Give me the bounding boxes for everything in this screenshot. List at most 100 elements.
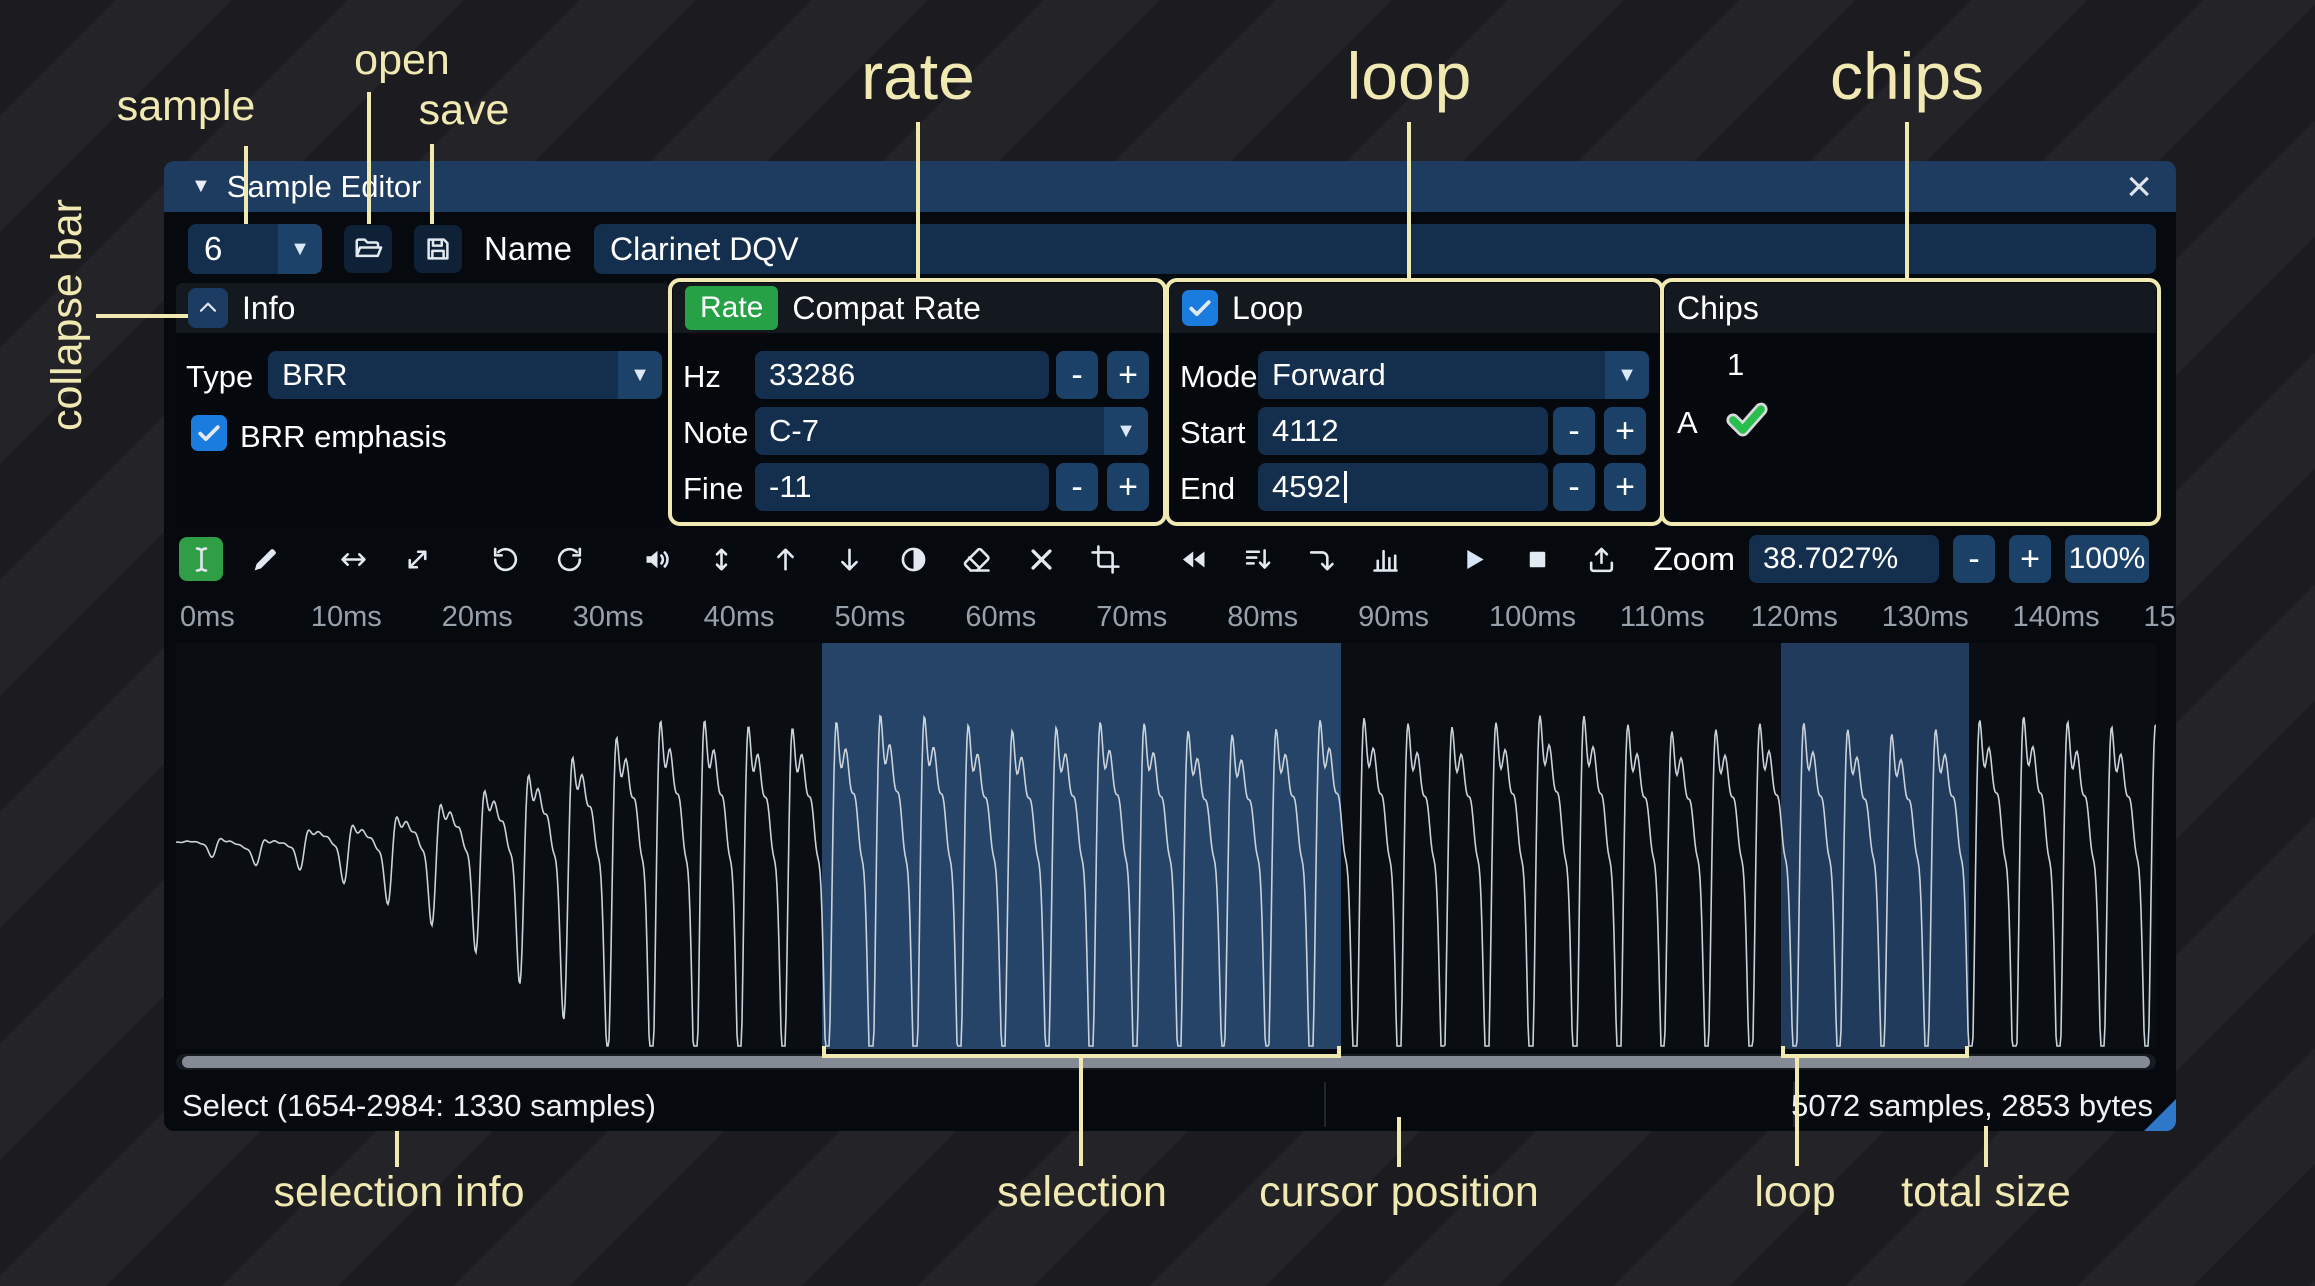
hz-input[interactable]: 33286	[755, 351, 1049, 399]
waveform-svg	[176, 714, 2156, 1047]
annotation-save-label: save	[418, 86, 510, 134]
window-resize-grip[interactable]	[2144, 1099, 2176, 1131]
window-title: Sample Editor	[226, 168, 422, 204]
loop-end-label: End	[1180, 471, 1236, 506]
invert-tool-button[interactable]	[891, 537, 935, 581]
toolbar: Zoom 38.7027% - + 100%	[176, 533, 2149, 585]
trim-icon	[1090, 544, 1120, 574]
check-icon	[198, 425, 220, 442]
hz-increase-button[interactable]: +	[1107, 351, 1149, 399]
undo-tool-button[interactable]	[483, 537, 527, 581]
volume-tool-button[interactable]	[635, 537, 679, 581]
sample-name-value: Clarinet DQV	[610, 230, 799, 267]
fine-value: -11	[769, 469, 812, 504]
loop-start-increase-button[interactable]: +	[1604, 407, 1646, 455]
insert-tool-button[interactable]	[1299, 537, 1343, 581]
zoom-input[interactable]: 38.7027%	[1749, 535, 1939, 583]
export-tool-button[interactable]	[1579, 537, 1623, 581]
fine-increase-button[interactable]: +	[1107, 463, 1149, 511]
chips-panel-title: Chips	[1677, 289, 1759, 326]
resize-icon	[340, 552, 366, 566]
insert-icon	[1309, 550, 1334, 570]
brr-emphasis-checkbox[interactable]	[191, 415, 227, 451]
zoom-reset-button[interactable]: 100%	[2065, 535, 2149, 583]
stop-tool-button[interactable]	[1515, 537, 1559, 581]
chevron-down-icon: ▼	[618, 351, 662, 399]
chip-enabled-checkbox[interactable]	[1723, 395, 1771, 443]
loop-end-input[interactable]: 4592	[1258, 463, 1548, 511]
zoom-out-button[interactable]: -	[1953, 535, 1995, 583]
chevron-down-icon: ▼	[1104, 407, 1148, 455]
close-button[interactable]: ×	[2126, 164, 2152, 209]
annotation-selection-info-label: selection info	[273, 1168, 525, 1216]
tab-rate[interactable]: Rate	[685, 286, 779, 330]
fade-out-tool-button[interactable]	[827, 537, 871, 581]
toolbar-gap	[1147, 557, 1151, 561]
open-sample-button[interactable]	[344, 225, 392, 273]
tab-compat-rate[interactable]: Compat Rate	[792, 290, 981, 327]
scrollbar-thumb[interactable]	[182, 1056, 2150, 1068]
ruler-label: 100ms	[1489, 601, 1577, 633]
play-tool-button[interactable]	[1451, 537, 1495, 581]
invert-icon	[901, 547, 925, 571]
zoom-value: 38.7027%	[1763, 542, 1899, 575]
loop-start-input[interactable]: 4112	[1258, 407, 1548, 455]
hz-value: 33286	[769, 357, 856, 392]
ruler-label: 10ms	[310, 601, 382, 633]
toolbar-gap	[307, 557, 311, 561]
eraser-tool-button[interactable]	[955, 537, 999, 581]
waveform-scrollbar[interactable]	[176, 1054, 2156, 1070]
stop-icon	[1529, 551, 1545, 567]
ruler-label: 20ms	[441, 601, 513, 633]
resize-tool-button[interactable]	[331, 537, 375, 581]
toolbar-gap	[1427, 557, 1431, 561]
loop-end-increase-button[interactable]: +	[1604, 463, 1646, 511]
timeline-ruler: 0ms 10ms 20ms 30ms 40ms 50ms 60ms 70ms 80ms 90ms 1…	[176, 595, 2176, 639]
resample-tool-button[interactable]	[395, 537, 439, 581]
export-icon	[1589, 547, 1613, 572]
chart-tool-button[interactable]	[1363, 537, 1407, 581]
status-bar: Select (1654-2984: 1330 samples) 5072 sa…	[176, 1080, 2156, 1129]
fine-decrease-button[interactable]: -	[1056, 463, 1098, 511]
check-icon	[1189, 300, 1211, 317]
window-collapse-icon[interactable]: ▼	[191, 175, 211, 198]
ruler-label: 50ms	[834, 601, 906, 633]
chevron-up-icon	[199, 302, 217, 312]
note-select[interactable]: C-7 ▼	[755, 407, 1148, 455]
loop-panel-title: Loop	[1232, 289, 1304, 326]
info-collapse-button[interactable]	[188, 288, 228, 328]
trim-tool-button[interactable]	[1083, 537, 1127, 581]
select-tool-button[interactable]	[179, 537, 223, 581]
sample-number-select[interactable]: 6 ▼	[188, 224, 322, 274]
ruler-label: 80ms	[1227, 601, 1299, 633]
loop-end-decrease-button[interactable]: -	[1553, 463, 1595, 511]
filter-tool-button[interactable]	[1235, 537, 1279, 581]
type-select[interactable]: BRR ▼	[268, 351, 662, 399]
normalize-tool-button[interactable]	[699, 537, 743, 581]
fade-in-tool-button[interactable]	[763, 537, 807, 581]
volume-icon	[646, 550, 669, 568]
fine-label: Fine	[683, 471, 744, 506]
loop-start-decrease-button[interactable]: -	[1553, 407, 1595, 455]
eraser-icon	[963, 547, 990, 572]
sample-name-input[interactable]: Clarinet DQV	[594, 224, 2156, 274]
reverse-tool-button[interactable]	[1171, 537, 1215, 581]
text-caret	[1343, 471, 1347, 503]
zoom-controls: Zoom 38.7027% - + 100%	[1653, 535, 2149, 583]
fine-input[interactable]: -11	[755, 463, 1049, 511]
chevron-down-icon: ▼	[278, 224, 322, 274]
redo-tool-button[interactable]	[547, 537, 591, 581]
toolbar-gap	[459, 557, 463, 561]
ruler-label: 130ms	[1881, 601, 1969, 633]
hz-decrease-button[interactable]: -	[1056, 351, 1098, 399]
loop-mode-select[interactable]: Forward ▼	[1258, 351, 1649, 399]
zoom-in-button[interactable]: +	[2009, 535, 2051, 583]
waveform-display[interactable]	[176, 643, 2156, 1049]
chip-column-header: 1	[1727, 347, 1745, 382]
draw-tool-button[interactable]	[243, 537, 287, 581]
save-sample-button[interactable]	[414, 225, 462, 273]
loop-checkbox[interactable]	[1182, 290, 1218, 326]
delete-tool-button[interactable]	[1019, 537, 1063, 581]
titlebar[interactable]: ▼ Sample Editor ×	[164, 161, 2176, 212]
note-value: C-7	[769, 413, 819, 448]
